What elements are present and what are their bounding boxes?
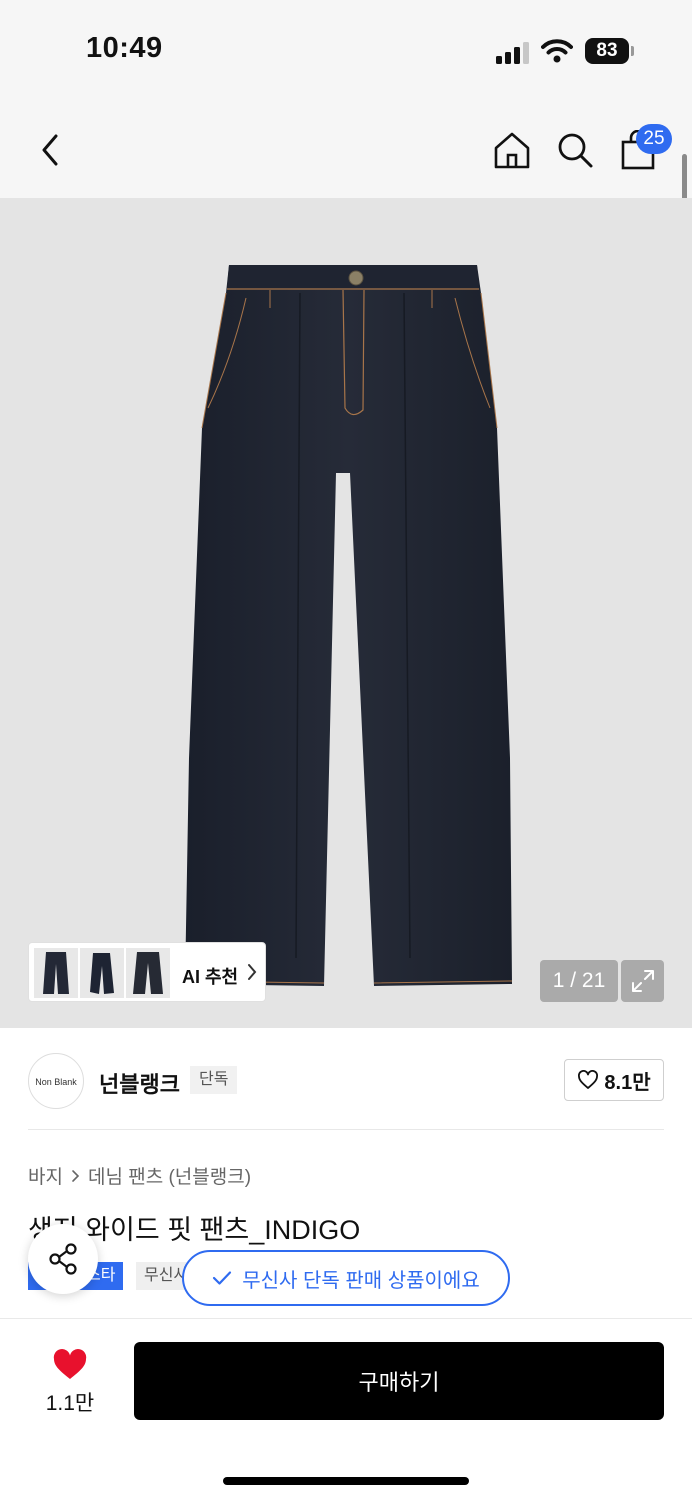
brand-logo[interactable]: Non Blank: [28, 1053, 84, 1109]
ai-thumbnail[interactable]: [126, 948, 170, 998]
battery-indicator: 83: [585, 38, 629, 64]
ai-thumbnail[interactable]: [34, 948, 78, 998]
expand-icon: [631, 970, 654, 992]
home-icon[interactable]: [490, 126, 534, 174]
share-button[interactable]: [28, 1224, 98, 1294]
battery-nub: [631, 46, 634, 56]
wifi-icon: [541, 39, 573, 63]
brand-like-count: 8.1만: [604, 1071, 651, 1094]
brand-name[interactable]: 넌블랭크: [99, 1067, 180, 1099]
image-page-counter: 1 / 21: [540, 960, 618, 1002]
top-navigation: 25: [0, 100, 692, 198]
exclusive-notice-tooltip: 무신사 단독 판매 상품이에요: [182, 1250, 510, 1306]
back-icon[interactable]: [28, 126, 72, 174]
cart-count-badge: 25: [636, 124, 672, 154]
heart-outline-icon: [578, 1070, 599, 1089]
status-bar: 10:49 83: [0, 0, 692, 100]
exclusive-tag: 단독: [190, 1066, 238, 1094]
check-icon: [213, 1271, 232, 1285]
breadcrumb-item[interactable]: 데님 팬츠 (넌블랭크): [88, 1162, 251, 1189]
chevron-right-icon: [72, 1169, 80, 1182]
ai-recommend-label: AI 추천: [182, 967, 239, 987]
exclusive-notice-text: 무신사 단독 판매 상품이에요: [242, 1269, 480, 1292]
breadcrumb: 바지 데님 팬츠 (넌블랭크): [28, 1162, 251, 1189]
product-image[interactable]: [0, 198, 692, 1028]
status-time: 10:49: [86, 32, 163, 64]
brand-like-button[interactable]: 8.1만: [564, 1059, 664, 1101]
breadcrumb-item[interactable]: 바지: [28, 1162, 63, 1189]
expand-button[interactable]: [621, 960, 664, 1002]
cellular-signal-icon: [496, 42, 529, 64]
brand-row: Non Blank 넌블랭크 단독 8.1만: [28, 1050, 664, 1112]
ai-recommendation-card[interactable]: AI 추천: [28, 942, 266, 1002]
heart-filled-icon[interactable]: [52, 1349, 88, 1381]
wish-count: 1.1만: [45, 1392, 95, 1415]
divider: [28, 1129, 664, 1130]
chevron-right-icon: [248, 964, 257, 980]
bottom-purchase-bar: 1.1만 구매하기: [0, 1318, 692, 1500]
share-icon: [49, 1243, 77, 1275]
home-indicator: [223, 1477, 469, 1485]
jeans-illustration: [184, 265, 513, 986]
search-icon[interactable]: [553, 126, 597, 174]
buy-button[interactable]: 구매하기: [134, 1342, 664, 1420]
ai-thumbnail[interactable]: [80, 948, 124, 998]
